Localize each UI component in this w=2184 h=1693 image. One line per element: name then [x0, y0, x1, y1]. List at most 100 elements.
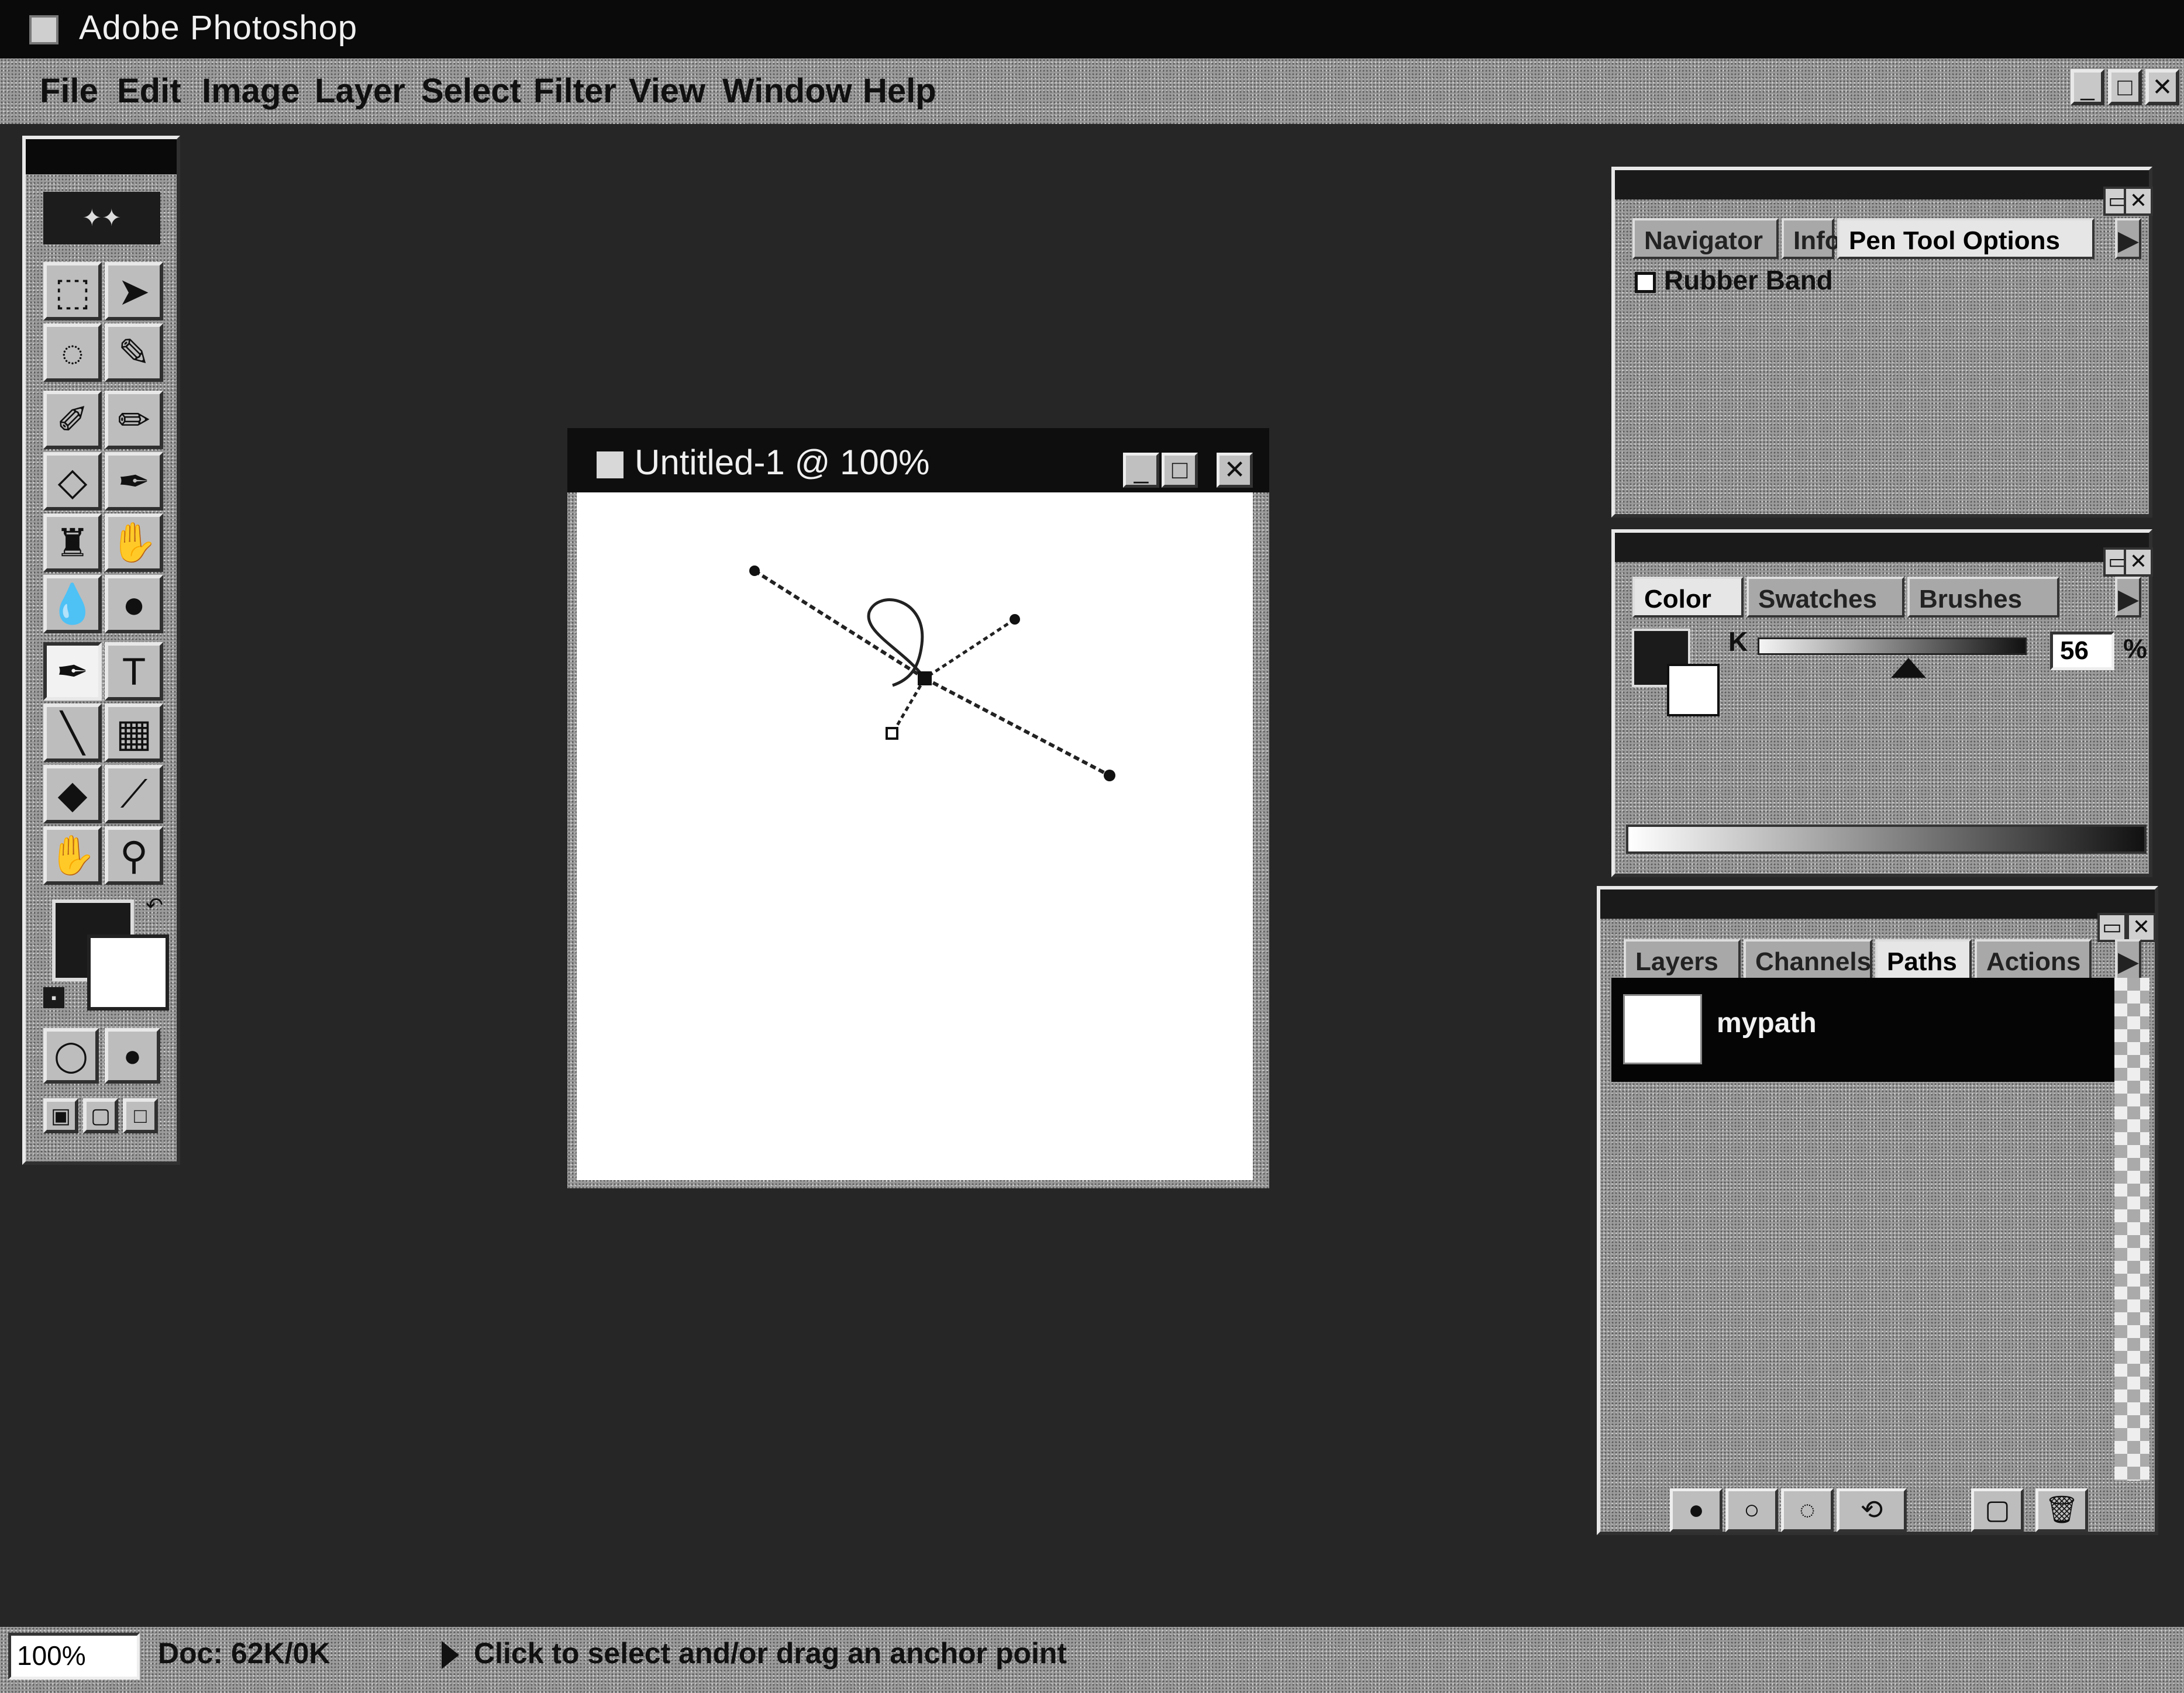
menu-view[interactable]: View	[629, 71, 705, 111]
document-maximize-button[interactable]: □	[1162, 453, 1198, 488]
delete-path-trash-icon[interactable]: 🗑	[2035, 1488, 2088, 1532]
eye-logo-icon[interactable]: ✦✦	[43, 192, 160, 244]
app-title-bar: Adobe Photoshop	[0, 0, 2184, 58]
k-slider-thumb[interactable]	[1890, 658, 1926, 678]
k-channel-slider[interactable]	[1758, 637, 2027, 655]
move-tool-icon[interactable]: ➤	[105, 262, 163, 320]
app-minimize-button[interactable]: _	[2071, 69, 2104, 105]
make-work-path-icon[interactable]: ⟲	[1837, 1488, 1907, 1532]
direction-point[interactable]	[1010, 614, 1020, 625]
anchor-point-hollow[interactable]	[886, 727, 898, 740]
k-value-field[interactable]: 56	[2050, 632, 2114, 670]
document-canvas[interactable]	[577, 492, 1253, 1180]
tab-info[interactable]: Info	[1782, 218, 1841, 259]
app-close-button[interactable]: ✕	[2145, 69, 2179, 105]
menu-edit[interactable]: Edit	[117, 71, 181, 111]
color-ramp-bar[interactable]	[1626, 825, 2147, 854]
type-tool-icon[interactable]: T	[105, 642, 163, 701]
menu-bar: File Edit Image Layer Select Filter View…	[0, 58, 2184, 124]
rubber-stamp-tool-icon[interactable]: ♜	[43, 513, 102, 572]
paintbrush-tool-icon[interactable]: ✏	[105, 391, 163, 449]
default-colors-icon[interactable]: ▪	[43, 987, 64, 1008]
k-percent-label: %	[2123, 633, 2147, 664]
path-segment	[924, 677, 1111, 777]
document-size-info[interactable]: Doc: 62K/0K	[158, 1636, 330, 1670]
stroke-path-icon[interactable]: ○	[1725, 1488, 1778, 1532]
palette-close-button[interactable]: ✕	[2127, 913, 2156, 942]
document-minimize-button[interactable]: _	[1123, 453, 1159, 488]
menu-help[interactable]: Help	[863, 71, 936, 111]
menu-image[interactable]: Image	[202, 71, 300, 111]
menu-select[interactable]: Select	[421, 71, 521, 111]
blur-tool-icon[interactable]: 💧	[43, 575, 102, 633]
tab-paths[interactable]: Paths	[1875, 939, 1972, 980]
pen-tool-icon[interactable]: ✒	[43, 642, 102, 701]
lasso-tool-icon[interactable]: ◌	[43, 323, 102, 382]
screen-mode-full-menu-icon[interactable]: ▢	[83, 1098, 118, 1133]
tab-channels[interactable]: Channels	[1744, 939, 1872, 980]
palette-title-bar[interactable]	[1615, 533, 2149, 562]
hand-tool-icon[interactable]: ✋	[43, 826, 102, 885]
document-close-button[interactable]: ✕	[1217, 453, 1253, 488]
paths-scrollbar[interactable]	[2114, 978, 2149, 1481]
airbrush-tool-icon[interactable]: ✐	[43, 391, 102, 449]
tab-layers[interactable]: Layers	[1624, 939, 1741, 980]
rubber-band-checkbox[interactable]	[1635, 272, 1656, 293]
paths-palette-tabs: Layers Channels Paths Actions ▶	[1612, 939, 2150, 984]
tab-navigator[interactable]: Navigator	[1632, 218, 1779, 259]
fill-path-icon[interactable]: ●	[1670, 1488, 1723, 1532]
standard-mode-icon[interactable]: ◯	[43, 1028, 99, 1084]
palette-menu-arrow-icon[interactable]: ▶	[2115, 577, 2141, 618]
screen-mode-full-icon[interactable]: □	[123, 1098, 158, 1133]
pen-path-drawing[interactable]	[577, 492, 1253, 1180]
palette-close-button[interactable]: ✕	[2124, 187, 2153, 216]
app-maximize-button[interactable]: □	[2108, 69, 2142, 105]
load-path-as-selection-icon[interactable]: ◌	[1781, 1488, 1834, 1532]
marquee-tool-icon[interactable]: ⬚	[43, 262, 102, 320]
palette-close-button[interactable]: ✕	[2124, 547, 2153, 577]
palette-menu-arrow-icon[interactable]: ▶	[2115, 218, 2141, 259]
document-title-bar[interactable]: Untitled-1 @ 100% _ □ ✕	[567, 428, 1269, 492]
anchor-point[interactable]	[1104, 770, 1115, 781]
dodge-tool-icon[interactable]: ●	[105, 575, 163, 633]
palette-title-bar[interactable]	[1600, 889, 2155, 919]
zoom-tool-icon[interactable]: ⚲	[105, 826, 163, 885]
menu-layer[interactable]: Layer	[315, 71, 405, 111]
anchor-point[interactable]	[749, 566, 760, 576]
eraser-tool-icon[interactable]: ◇	[43, 452, 102, 511]
eyedropper-tool-icon[interactable]: ⟋	[105, 765, 163, 823]
palette-menu-arrow-icon[interactable]: ▶	[2115, 939, 2141, 980]
zoom-level-field[interactable]: 100%	[8, 1633, 140, 1680]
photoshop-app-icon[interactable]	[29, 15, 58, 44]
gradient-tool-icon[interactable]: ▦	[105, 704, 163, 762]
quick-mask-mode-icon[interactable]: ●	[105, 1028, 160, 1084]
menu-window[interactable]: Window	[722, 71, 852, 111]
tab-color[interactable]: Color	[1632, 577, 1744, 618]
tab-brushes[interactable]: Brushes	[1907, 577, 2059, 618]
palette-minimize-button[interactable]: ▭	[2097, 913, 2127, 942]
status-menu-arrow-icon[interactable]	[442, 1641, 459, 1669]
color-palette-background-swatch[interactable]	[1667, 664, 1720, 716]
paint-bucket-tool-icon[interactable]: ◆	[43, 765, 102, 823]
new-path-icon[interactable]: ▢	[1971, 1488, 2024, 1532]
swap-colors-icon[interactable]: ↶	[143, 893, 166, 917]
menu-file[interactable]: File	[40, 71, 98, 111]
tab-pen-tool-options[interactable]: Pen Tool Options	[1837, 218, 2095, 259]
palette-title-bar[interactable]	[1615, 170, 2149, 199]
screen-mode-standard-icon[interactable]: ▣	[43, 1098, 78, 1133]
toolbox-title-bar[interactable]	[26, 139, 177, 174]
pencil-tool-icon[interactable]: ✒	[105, 452, 163, 511]
document-icon[interactable]	[597, 451, 623, 478]
direction-line-right	[924, 618, 1016, 680]
path-list-item-selected[interactable]: mypath	[1611, 978, 2114, 1082]
smudge-tool-icon[interactable]: ✋	[105, 513, 163, 572]
line-tool-icon[interactable]: ╲	[43, 704, 102, 762]
tab-actions[interactable]: Actions	[1975, 939, 2092, 980]
magic-wand-tool-icon[interactable]: ✎	[105, 323, 163, 382]
selected-anchor-point[interactable]	[918, 671, 932, 685]
background-color-swatch[interactable]	[87, 935, 169, 1011]
status-bar: 100% Doc: 62K/0K Click to select and/or …	[0, 1627, 2184, 1693]
options-palette-tabs: Navigator Info Pen Tool Options ▶	[1627, 218, 2141, 263]
menu-filter[interactable]: Filter	[533, 71, 616, 111]
tab-swatches[interactable]: Swatches	[1746, 577, 1904, 618]
